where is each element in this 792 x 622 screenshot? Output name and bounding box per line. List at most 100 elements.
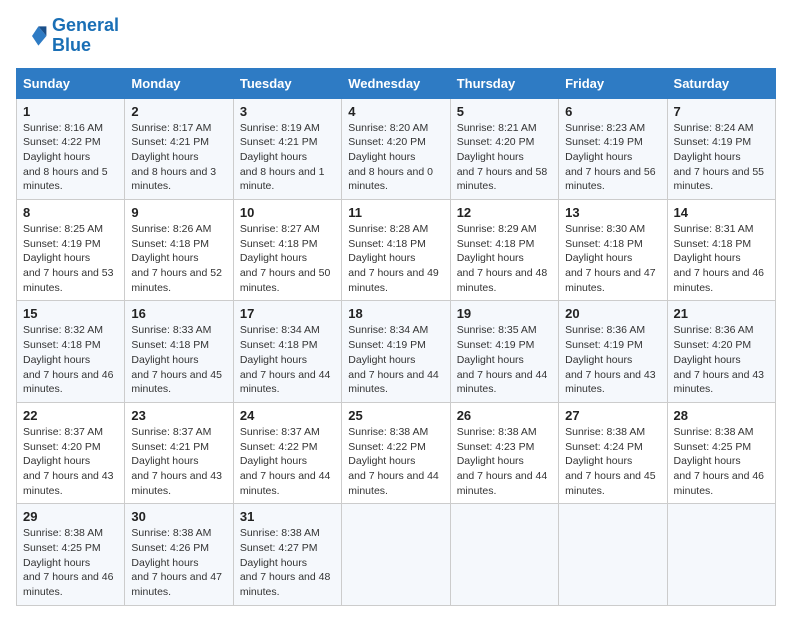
day-number: 11: [348, 205, 443, 220]
day-info: Sunrise: 8:24 AMSunset: 4:19 PMDaylight …: [674, 122, 765, 193]
calendar-day-cell: 27 Sunrise: 8:38 AMSunset: 4:24 PMDaylig…: [559, 402, 667, 503]
day-info: Sunrise: 8:38 AMSunset: 4:25 PMDaylight …: [23, 527, 114, 598]
day-number: 21: [674, 306, 769, 321]
day-number: 18: [348, 306, 443, 321]
day-info: Sunrise: 8:34 AMSunset: 4:19 PMDaylight …: [348, 324, 439, 395]
day-info: Sunrise: 8:20 AMSunset: 4:20 PMDaylight …: [348, 122, 433, 193]
day-number: 26: [457, 408, 552, 423]
day-number: 24: [240, 408, 335, 423]
calendar-day-cell: 10 Sunrise: 8:27 AMSunset: 4:18 PMDaylig…: [233, 200, 341, 301]
calendar-day-cell: 30 Sunrise: 8:38 AMSunset: 4:26 PMDaylig…: [125, 504, 233, 605]
calendar-day-cell: 31 Sunrise: 8:38 AMSunset: 4:27 PMDaylig…: [233, 504, 341, 605]
day-number: 4: [348, 104, 443, 119]
day-info: Sunrise: 8:37 AMSunset: 4:21 PMDaylight …: [131, 426, 222, 497]
day-number: 22: [23, 408, 118, 423]
day-number: 29: [23, 509, 118, 524]
day-number: 28: [674, 408, 769, 423]
weekday-header: Monday: [125, 68, 233, 98]
day-number: 14: [674, 205, 769, 220]
day-info: Sunrise: 8:31 AMSunset: 4:18 PMDaylight …: [674, 223, 765, 294]
calendar-day-cell: [559, 504, 667, 605]
calendar-week-row: 1 Sunrise: 8:16 AMSunset: 4:22 PMDayligh…: [17, 98, 776, 199]
day-number: 10: [240, 205, 335, 220]
day-info: Sunrise: 8:28 AMSunset: 4:18 PMDaylight …: [348, 223, 439, 294]
calendar-day-cell: 20 Sunrise: 8:36 AMSunset: 4:19 PMDaylig…: [559, 301, 667, 402]
day-number: 2: [131, 104, 226, 119]
calendar-day-cell: 16 Sunrise: 8:33 AMSunset: 4:18 PMDaylig…: [125, 301, 233, 402]
calendar-day-cell: 11 Sunrise: 8:28 AMSunset: 4:18 PMDaylig…: [342, 200, 450, 301]
day-number: 19: [457, 306, 552, 321]
day-number: 25: [348, 408, 443, 423]
calendar-day-cell: 3 Sunrise: 8:19 AMSunset: 4:21 PMDayligh…: [233, 98, 341, 199]
calendar-day-cell: 21 Sunrise: 8:36 AMSunset: 4:20 PMDaylig…: [667, 301, 775, 402]
day-number: 23: [131, 408, 226, 423]
day-number: 7: [674, 104, 769, 119]
day-info: Sunrise: 8:17 AMSunset: 4:21 PMDaylight …: [131, 122, 216, 193]
calendar-day-cell: [667, 504, 775, 605]
weekday-header: Thursday: [450, 68, 558, 98]
day-info: Sunrise: 8:23 AMSunset: 4:19 PMDaylight …: [565, 122, 656, 193]
calendar-day-cell: 5 Sunrise: 8:21 AMSunset: 4:20 PMDayligh…: [450, 98, 558, 199]
day-number: 6: [565, 104, 660, 119]
calendar-day-cell: 28 Sunrise: 8:38 AMSunset: 4:25 PMDaylig…: [667, 402, 775, 503]
day-number: 31: [240, 509, 335, 524]
day-number: 9: [131, 205, 226, 220]
day-info: Sunrise: 8:38 AMSunset: 4:25 PMDaylight …: [674, 426, 765, 497]
day-info: Sunrise: 8:34 AMSunset: 4:18 PMDaylight …: [240, 324, 331, 395]
day-number: 27: [565, 408, 660, 423]
day-info: Sunrise: 8:38 AMSunset: 4:24 PMDaylight …: [565, 426, 656, 497]
calendar-day-cell: 26 Sunrise: 8:38 AMSunset: 4:23 PMDaylig…: [450, 402, 558, 503]
day-info: Sunrise: 8:19 AMSunset: 4:21 PMDaylight …: [240, 122, 325, 193]
day-info: Sunrise: 8:21 AMSunset: 4:20 PMDaylight …: [457, 122, 548, 193]
day-info: Sunrise: 8:38 AMSunset: 4:26 PMDaylight …: [131, 527, 222, 598]
day-number: 8: [23, 205, 118, 220]
day-number: 5: [457, 104, 552, 119]
logo-text: General Blue: [52, 16, 119, 56]
calendar-day-cell: 14 Sunrise: 8:31 AMSunset: 4:18 PMDaylig…: [667, 200, 775, 301]
weekday-header: Tuesday: [233, 68, 341, 98]
day-info: Sunrise: 8:25 AMSunset: 4:19 PMDaylight …: [23, 223, 114, 294]
calendar-table: SundayMondayTuesdayWednesdayThursdayFrid…: [16, 68, 776, 606]
day-number: 13: [565, 205, 660, 220]
calendar-day-cell: 7 Sunrise: 8:24 AMSunset: 4:19 PMDayligh…: [667, 98, 775, 199]
calendar-day-cell: 13 Sunrise: 8:30 AMSunset: 4:18 PMDaylig…: [559, 200, 667, 301]
weekday-header: Sunday: [17, 68, 125, 98]
weekday-header: Saturday: [667, 68, 775, 98]
calendar-day-cell: 24 Sunrise: 8:37 AMSunset: 4:22 PMDaylig…: [233, 402, 341, 503]
day-number: 1: [23, 104, 118, 119]
day-number: 17: [240, 306, 335, 321]
day-info: Sunrise: 8:26 AMSunset: 4:18 PMDaylight …: [131, 223, 222, 294]
logo: General Blue: [16, 16, 119, 56]
day-info: Sunrise: 8:38 AMSunset: 4:23 PMDaylight …: [457, 426, 548, 497]
day-number: 12: [457, 205, 552, 220]
day-info: Sunrise: 8:33 AMSunset: 4:18 PMDaylight …: [131, 324, 222, 395]
calendar-day-cell: 9 Sunrise: 8:26 AMSunset: 4:18 PMDayligh…: [125, 200, 233, 301]
calendar-day-cell: 15 Sunrise: 8:32 AMSunset: 4:18 PMDaylig…: [17, 301, 125, 402]
calendar-day-cell: 23 Sunrise: 8:37 AMSunset: 4:21 PMDaylig…: [125, 402, 233, 503]
calendar-day-cell: 22 Sunrise: 8:37 AMSunset: 4:20 PMDaylig…: [17, 402, 125, 503]
calendar-week-row: 22 Sunrise: 8:37 AMSunset: 4:20 PMDaylig…: [17, 402, 776, 503]
logo-icon: [16, 20, 48, 52]
calendar-header-row: SundayMondayTuesdayWednesdayThursdayFrid…: [17, 68, 776, 98]
day-info: Sunrise: 8:36 AMSunset: 4:20 PMDaylight …: [674, 324, 765, 395]
day-info: Sunrise: 8:37 AMSunset: 4:20 PMDaylight …: [23, 426, 114, 497]
day-info: Sunrise: 8:36 AMSunset: 4:19 PMDaylight …: [565, 324, 656, 395]
day-info: Sunrise: 8:27 AMSunset: 4:18 PMDaylight …: [240, 223, 331, 294]
calendar-day-cell: 19 Sunrise: 8:35 AMSunset: 4:19 PMDaylig…: [450, 301, 558, 402]
day-info: Sunrise: 8:38 AMSunset: 4:22 PMDaylight …: [348, 426, 439, 497]
calendar-day-cell: 17 Sunrise: 8:34 AMSunset: 4:18 PMDaylig…: [233, 301, 341, 402]
calendar-day-cell: 4 Sunrise: 8:20 AMSunset: 4:20 PMDayligh…: [342, 98, 450, 199]
calendar-day-cell: 6 Sunrise: 8:23 AMSunset: 4:19 PMDayligh…: [559, 98, 667, 199]
day-number: 15: [23, 306, 118, 321]
calendar-day-cell: 8 Sunrise: 8:25 AMSunset: 4:19 PMDayligh…: [17, 200, 125, 301]
day-info: Sunrise: 8:35 AMSunset: 4:19 PMDaylight …: [457, 324, 548, 395]
day-number: 16: [131, 306, 226, 321]
page-header: General Blue: [16, 16, 776, 56]
weekday-header: Wednesday: [342, 68, 450, 98]
day-info: Sunrise: 8:37 AMSunset: 4:22 PMDaylight …: [240, 426, 331, 497]
calendar-day-cell: 12 Sunrise: 8:29 AMSunset: 4:18 PMDaylig…: [450, 200, 558, 301]
weekday-header: Friday: [559, 68, 667, 98]
calendar-day-cell: 25 Sunrise: 8:38 AMSunset: 4:22 PMDaylig…: [342, 402, 450, 503]
calendar-week-row: 15 Sunrise: 8:32 AMSunset: 4:18 PMDaylig…: [17, 301, 776, 402]
calendar-day-cell: 2 Sunrise: 8:17 AMSunset: 4:21 PMDayligh…: [125, 98, 233, 199]
